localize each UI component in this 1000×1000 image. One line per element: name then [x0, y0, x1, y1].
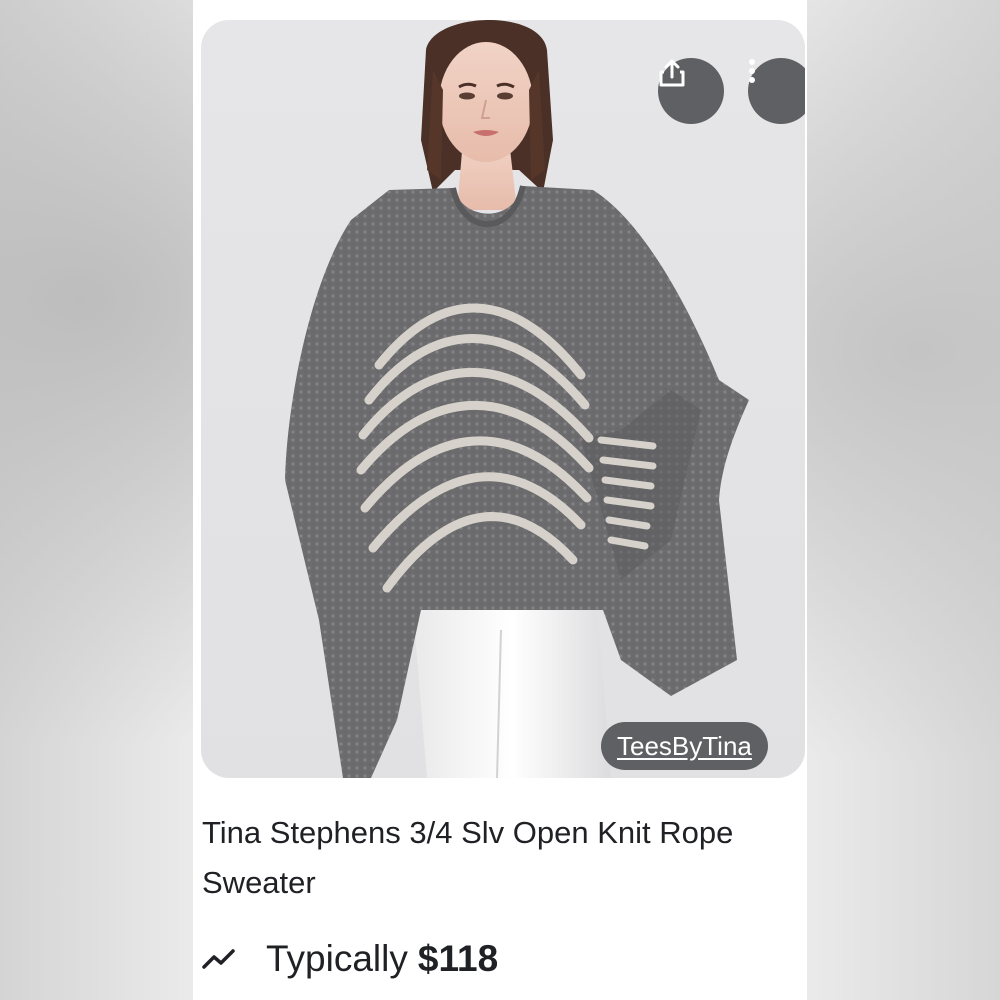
price-label: Typically: [266, 938, 408, 979]
price-value: $118: [417, 938, 499, 979]
more-vert-icon: [749, 59, 755, 83]
product-image[interactable]: TeesByTina: [201, 20, 805, 778]
share-icon: [659, 59, 685, 87]
seller-link[interactable]: TeesByTina: [601, 722, 768, 770]
trend-icon: [202, 949, 235, 969]
product-title[interactable]: Tina Stephens 3/4 Slv Open Knit Rope Swe…: [202, 808, 802, 908]
product-card[interactable]: TeesByTina Tina Stephens 3/4 Slv Open Kn…: [193, 0, 807, 1000]
price-row: Typically $118: [202, 932, 498, 986]
more-options-button[interactable]: [748, 58, 805, 124]
share-button[interactable]: [658, 58, 724, 124]
product-photo-illustration: [285, 20, 749, 778]
